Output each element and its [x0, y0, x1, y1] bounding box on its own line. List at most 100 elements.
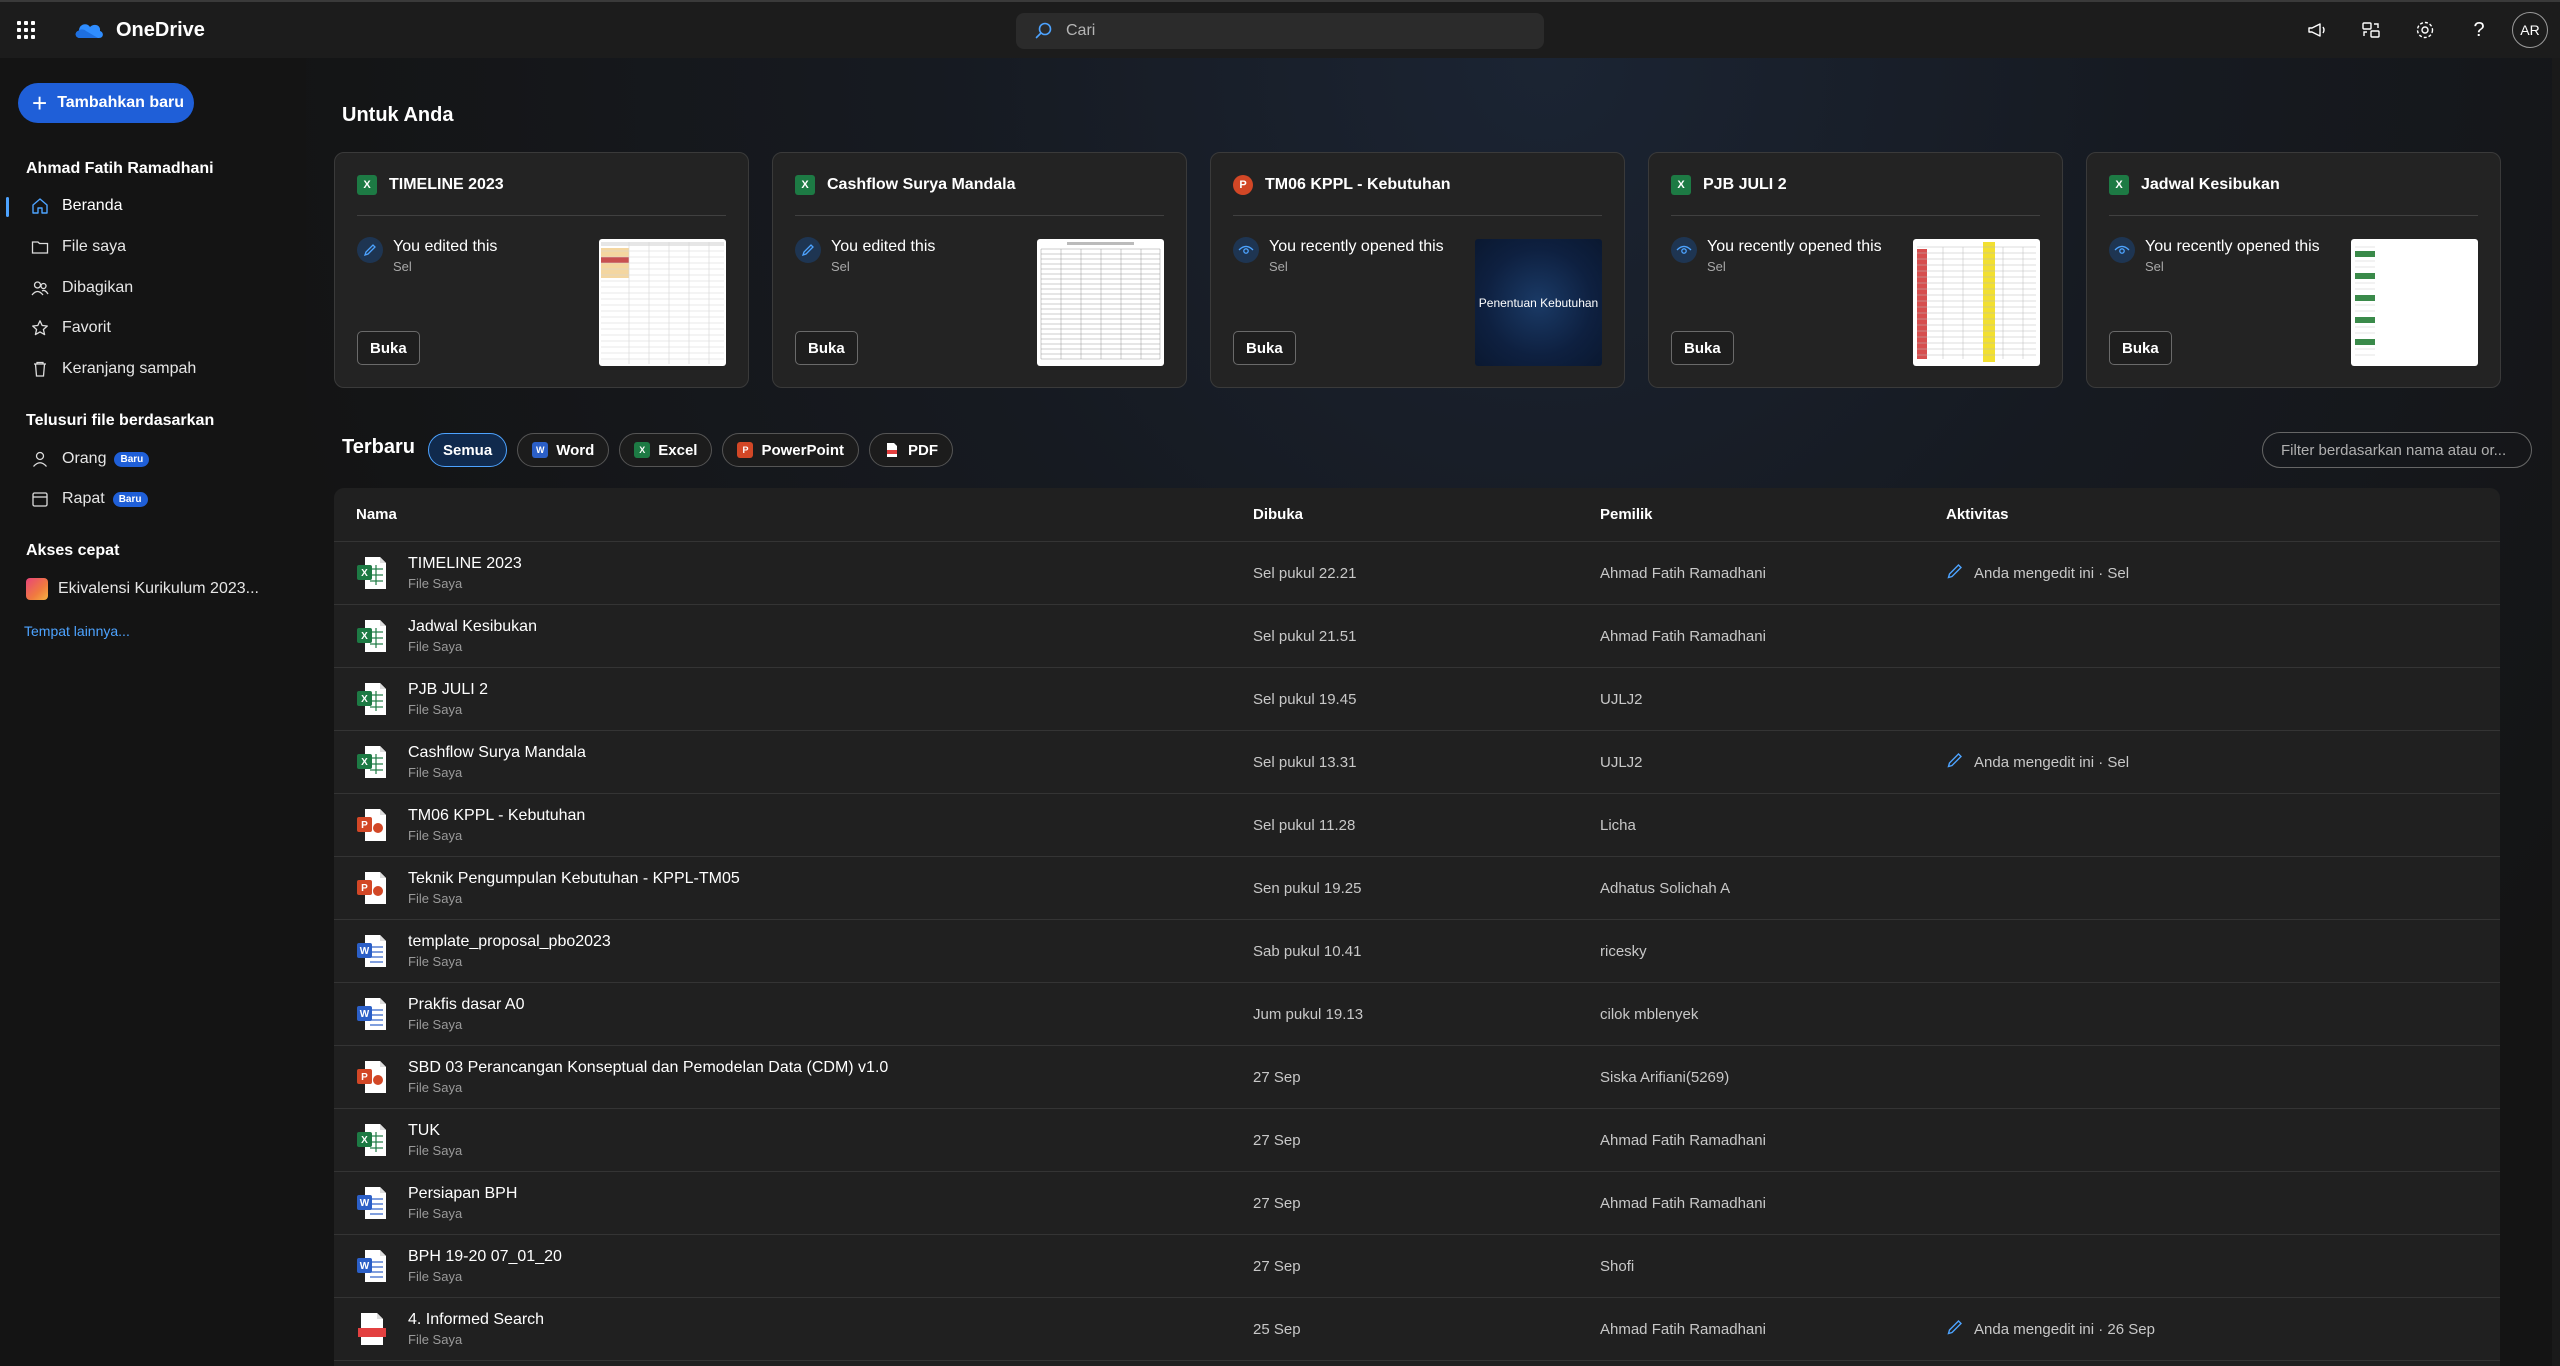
new-badge: Baru	[112, 491, 148, 507]
open-button[interactable]: Buka	[1671, 331, 1734, 365]
file-owner: Adhatus Solichah A	[1600, 879, 1731, 897]
filter-pdf[interactable]: PDF	[868, 433, 953, 467]
open-button[interactable]: Buka	[2109, 331, 2172, 365]
column-header-activity[interactable]: Aktivitas	[1946, 506, 2009, 523]
waffle-icon	[17, 21, 35, 39]
file-name[interactable]: TM06 KPPL - Kebutuhan	[408, 807, 585, 825]
opened-time: Sel pukul 13.31	[1253, 753, 1357, 771]
svg-text:W: W	[360, 946, 370, 957]
for-you-card[interactable]: X Cashflow Surya Mandala You edited this…	[772, 152, 1187, 388]
opened-time: Sel pukul 22.21	[1253, 564, 1357, 582]
sidebar-item-label: Dibagikan	[62, 279, 134, 296]
trash-icon	[30, 359, 50, 379]
excel-icon: X	[795, 175, 815, 195]
file-name[interactable]: Cashflow Surya Mandala	[408, 744, 586, 762]
word-file-icon: W	[356, 996, 388, 1032]
app-launcher-button[interactable]	[0, 2, 52, 58]
powerpoint-file-icon: P	[356, 807, 388, 843]
svg-text:W: W	[360, 1198, 370, 1209]
filter-excel[interactable]: X Excel	[619, 433, 713, 467]
powerpoint-icon: P	[737, 442, 754, 458]
table-row[interactable]: W BPH 19-20 07_01_20 File Saya 27 Sep Shofi	[334, 1235, 2500, 1298]
sidebar-item-beranda[interactable]: Beranda	[0, 188, 300, 224]
file-name[interactable]: Prakfis dasar A0	[408, 996, 525, 1014]
quick-access-item[interactable]: Ekivalensi Kurikulum 2023...	[0, 571, 300, 607]
open-button[interactable]: Buka	[795, 331, 858, 365]
word-file-icon: W	[356, 1248, 388, 1284]
add-new-button[interactable]: + Tambahkan baru	[18, 83, 194, 123]
table-row[interactable]: P SBD 03 Perancangan Konseptual dan Pemod…	[334, 1046, 2500, 1109]
card-title: TM06 KPPL - Kebutuhan	[1265, 176, 1451, 193]
for-you-card[interactable]: P TM06 KPPL - Kebutuhan You recently ope…	[1210, 152, 1625, 388]
app-title: OneDrive	[116, 18, 205, 41]
file-owner: UJLJ2	[1600, 753, 1643, 771]
filter-all[interactable]: Semua	[428, 433, 508, 467]
table-row[interactable]: Wtemplate_proposal_pbo2023 File Saya Sab p…	[334, 920, 2500, 983]
search-box[interactable]: Cari	[1016, 13, 1544, 49]
sidebar-item-dibagikan[interactable]: Dibagikan	[0, 270, 300, 306]
table-row[interactable]: X TUK File Saya 27 Sep Ahmad Fatih Ramadhani	[334, 1109, 2500, 1172]
thumbnail-title: Penentuan Kebutuhan	[1478, 295, 1599, 310]
card-title: TIMELINE 2023	[389, 176, 504, 193]
filter-input[interactable]: Filter berdasarkan nama atau or...	[2262, 432, 2532, 468]
onedrive-brand[interactable]: OneDrive	[74, 19, 205, 42]
svg-text:X: X	[361, 1135, 368, 1146]
table-row[interactable]: X Cashflow Surya Mandala File Saya Sel puku…	[334, 731, 2500, 794]
share-icon[interactable]	[2344, 2, 2398, 58]
file-name[interactable]: TUK	[408, 1122, 462, 1140]
file-owner: Ahmad Fatih Ramadhani	[1600, 1194, 1766, 1212]
table-row[interactable]: 4. Informed Search File Saya 25 Sep Ahmad F…	[334, 1298, 2500, 1361]
table-row[interactable]: P Teknik Pengumpulan Kebutuhan - KPPL-TM0…	[334, 857, 2500, 920]
table-row[interactable]: W Prakfis dasar A0 File Saya Jum pukul 19.1…	[334, 983, 2500, 1046]
svg-text:X: X	[361, 757, 368, 768]
sidebar-item-rapat[interactable]: Rapat Baru	[0, 481, 300, 517]
column-header-name[interactable]: Nama	[356, 506, 397, 523]
file-owner: Shofi	[1600, 1257, 1635, 1275]
file-thumbnail	[2351, 239, 2478, 366]
open-button[interactable]: Buka	[357, 331, 420, 365]
megaphone-icon[interactable]	[2290, 2, 2344, 58]
for-you-card[interactable]: X PJB JULI 2 You recently opened this Se…	[1648, 152, 2063, 388]
file-name[interactable]: BPH 19-20 07_01_20	[408, 1248, 562, 1266]
table-row[interactable]: X TIMELINE 2023 File Saya Sel pukul 22.21 Ah…	[334, 542, 2500, 605]
table-row[interactable]: P TM06 KPPL - Kebutuhan File Saya Sel pukul…	[334, 794, 2500, 857]
folder-icon	[30, 237, 50, 257]
active-indicator	[6, 197, 9, 217]
file-thumbnail	[1913, 239, 2040, 366]
more-places-link[interactable]: Tempat lainnya...	[24, 623, 130, 639]
file-name[interactable]: TIMELINE 2023	[408, 555, 522, 573]
account-name: Ahmad Fatih Ramadhani	[26, 160, 214, 177]
excel-file-icon: X	[356, 555, 388, 591]
help-icon[interactable]: ?	[2452, 2, 2506, 58]
file-name[interactable]: Jadwal Kesibukan	[408, 618, 537, 636]
scrollbar[interactable]	[2552, 58, 2560, 1366]
excel-icon: X	[1671, 175, 1691, 195]
sidebar-item-file-saya[interactable]: File saya	[0, 229, 300, 265]
table-row[interactable]: X PJB JULI 2 File Saya Sel pukul 19.45 UJLJ2	[334, 668, 2500, 731]
for-you-card[interactable]: X TIMELINE 2023 You edited this Sel Buka	[334, 152, 749, 388]
column-header-owner[interactable]: Pemilik	[1600, 506, 1653, 523]
top-bar: OneDrive Cari ? AR	[0, 0, 2560, 58]
sidebar-item-orang[interactable]: Orang Baru	[0, 441, 300, 477]
file-name[interactable]: SBD 03 Perancangan Konseptual dan Pemode…	[408, 1059, 888, 1077]
file-name[interactable]: PJB JULI 2	[408, 681, 488, 699]
pencil-icon	[795, 237, 821, 263]
gear-icon[interactable]	[2398, 2, 2452, 58]
file-name[interactable]: Teknik Pengumpulan Kebutuhan - KPPL-TM05	[408, 870, 740, 888]
open-button[interactable]: Buka	[1233, 331, 1296, 365]
file-name[interactable]: Persiapan BPH	[408, 1185, 517, 1203]
column-header-opened[interactable]: Dibuka	[1253, 506, 1303, 523]
file-owner: cilok mblenyek	[1600, 1005, 1699, 1023]
file-name[interactable]: template_proposal_pbo2023	[408, 933, 611, 951]
file-name[interactable]: 4. Informed Search	[408, 1311, 544, 1329]
card-when: Sel	[831, 259, 850, 274]
for-you-card[interactable]: X Jadwal Kesibukan You recently opened t…	[2086, 152, 2501, 388]
avatar[interactable]: AR	[2512, 12, 2548, 48]
sidebar-item-favorit[interactable]: Favorit	[0, 310, 300, 346]
table-row[interactable]: W Persiapan BPH File Saya 27 Sep Ahmad Fatih…	[334, 1172, 2500, 1235]
table-row[interactable]: X Jadwal Kesibukan File Saya Sel pukul 21.5…	[334, 605, 2500, 668]
filter-word[interactable]: W Word	[517, 433, 610, 467]
filter-powerpoint[interactable]: P PowerPoint	[722, 433, 859, 467]
card-activity: You edited this	[393, 238, 498, 255]
sidebar-item-keranjang-sampah[interactable]: Keranjang sampah	[0, 351, 300, 387]
